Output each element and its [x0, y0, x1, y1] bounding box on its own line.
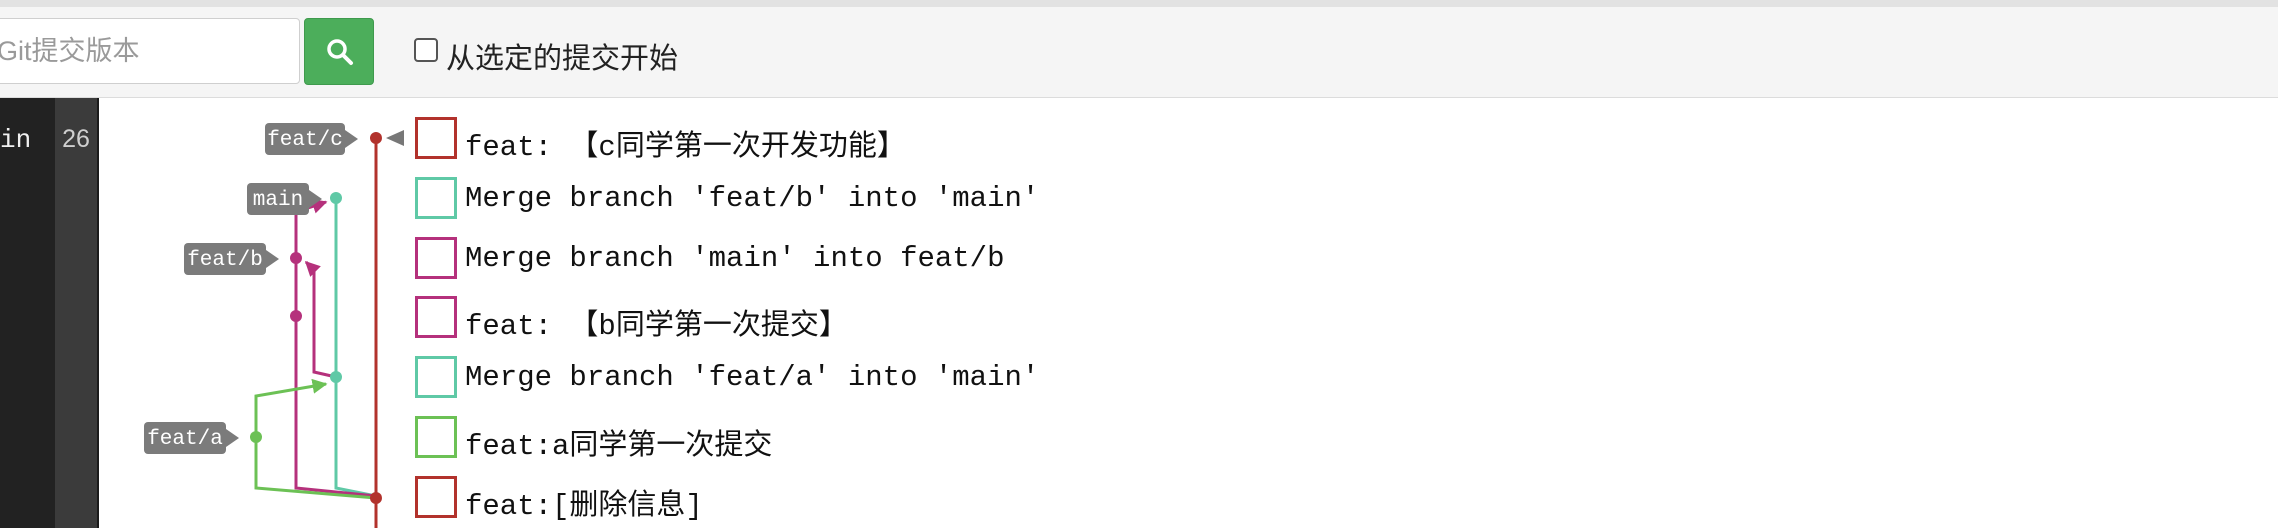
commit-message: Merge branch 'feat/a' into 'main' — [465, 361, 1040, 394]
commit-node-merge-a-main[interactable] — [330, 371, 342, 383]
commit-node-merge-b-main[interactable] — [330, 192, 342, 204]
commit-message: feat:[删除信息] — [465, 490, 703, 523]
branch-tag-feat-b-label: feat/b — [187, 249, 263, 272]
commit-checkbox[interactable] — [415, 416, 457, 458]
commit-graph: feat/c main feat/b feat/a — [144, 123, 404, 528]
commit-message: feat:a同学第一次提交 — [465, 430, 773, 463]
commit-checkbox[interactable] — [415, 237, 457, 279]
branch-tag-feat-c[interactable]: feat/c — [265, 123, 358, 155]
commit-checkbox[interactable] — [415, 296, 457, 338]
branch-tag-feat-a-label: feat/a — [147, 428, 223, 451]
branch-tag-main-label: main — [253, 189, 303, 212]
merge-feat-a-into-main-edge — [254, 378, 328, 437]
commit-message: Merge branch 'main' into feat/b — [465, 242, 1005, 275]
branch-tag-feat-a[interactable]: feat/a — [144, 422, 239, 454]
commit-node-feat-a[interactable] — [250, 431, 262, 443]
commit-node-delete-info[interactable] — [370, 492, 382, 504]
branch-tag-main[interactable]: main — [247, 183, 322, 215]
merge-main-into-feat-b-edge — [304, 260, 337, 379]
selected-commit-pointer-icon — [386, 130, 404, 146]
commit-node-merge-main-b[interactable] — [290, 252, 302, 264]
commit-checkbox[interactable] — [415, 356, 457, 398]
commit-message: feat: 【b同学第一次提交】 — [465, 310, 848, 343]
main-branch-line-lower — [334, 377, 377, 498]
branch-tag-feat-c-label: feat/c — [267, 129, 343, 152]
commit-checkbox[interactable] — [415, 177, 457, 219]
commit-message: feat: 【c同学第一次开发功能】 — [465, 131, 906, 164]
commit-message: Merge branch 'feat/b' into 'main' — [465, 182, 1040, 215]
commit-checkbox[interactable] — [415, 476, 457, 518]
branch-tag-feat-b[interactable]: feat/b — [184, 243, 279, 275]
commit-checkbox[interactable] — [415, 117, 457, 159]
commit-node-feat-c[interactable] — [370, 132, 382, 144]
commit-node-feat-b[interactable] — [290, 310, 302, 322]
